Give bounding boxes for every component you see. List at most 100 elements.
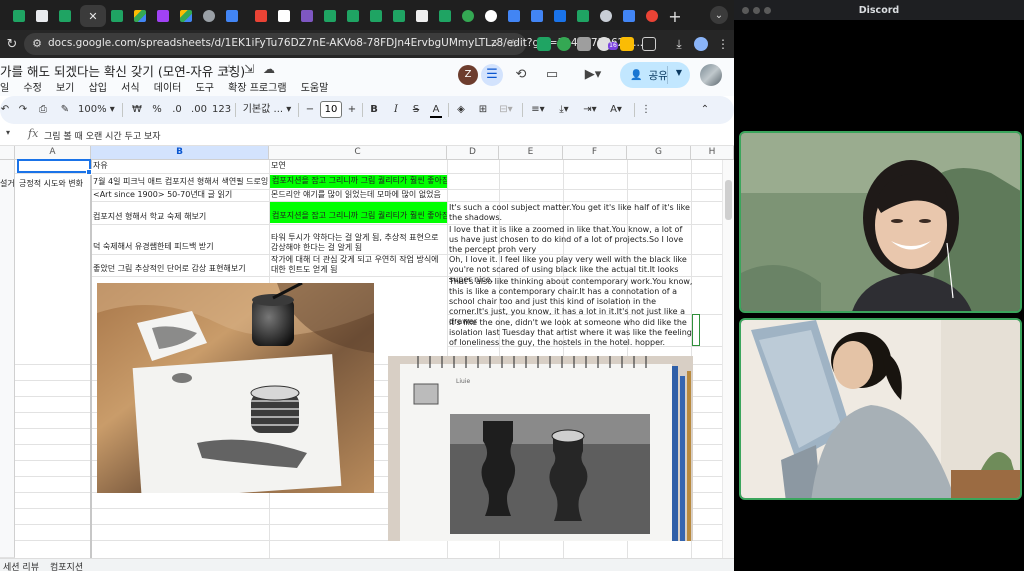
menu-data[interactable]: 데이터 bbox=[154, 83, 182, 94]
cell-b-header[interactable]: 자유 bbox=[93, 161, 263, 171]
frozen-divider[interactable] bbox=[90, 160, 92, 558]
formula-input[interactable]: 그림 볼 때 오랜 시간 두고 보자 bbox=[44, 129, 161, 142]
strikethrough-button[interactable]: S bbox=[410, 102, 422, 118]
browser-tab[interactable] bbox=[388, 5, 410, 27]
participant-video-tile[interactable] bbox=[739, 131, 1022, 313]
star-icon[interactable]: ☆ bbox=[222, 62, 236, 76]
browser-tab[interactable] bbox=[221, 5, 243, 27]
column-header-b[interactable]: B bbox=[91, 146, 269, 160]
browser-tab[interactable] bbox=[641, 5, 663, 27]
font-size-decrease-button[interactable]: − bbox=[304, 102, 316, 118]
browser-tab[interactable] bbox=[549, 5, 571, 27]
zoom-select[interactable]: 100% ▾ bbox=[78, 102, 115, 118]
font-family-select[interactable]: 기본값 ... ▾ bbox=[240, 102, 294, 118]
active-cell-cursor[interactable] bbox=[17, 159, 91, 173]
wrap-icon[interactable]: ⇥▾ bbox=[580, 102, 600, 118]
browser-tab[interactable] bbox=[503, 5, 525, 27]
cell-d[interactable]: It's such a cool subject matter.You get … bbox=[449, 203, 694, 223]
column-header-e[interactable]: E bbox=[499, 146, 563, 160]
row-header-column[interactable] bbox=[0, 160, 15, 558]
align-icon[interactable]: ≡▾ bbox=[528, 102, 548, 118]
browser-tab[interactable] bbox=[411, 5, 433, 27]
new-tab-button[interactable]: + bbox=[664, 5, 686, 27]
browser-tab[interactable] bbox=[152, 5, 174, 27]
undo-icon[interactable]: ↶ bbox=[0, 102, 10, 118]
browser-tab[interactable] bbox=[434, 5, 456, 27]
account-avatar[interactable] bbox=[700, 64, 722, 86]
currency-format-button[interactable]: ₩ bbox=[130, 102, 144, 118]
cloud-icon[interactable]: ☁ bbox=[262, 62, 276, 76]
more-icon[interactable]: ⋮ bbox=[640, 102, 652, 118]
italic-button[interactable]: I bbox=[390, 102, 402, 118]
browser-tab[interactable] bbox=[480, 5, 502, 27]
browser-tab[interactable] bbox=[8, 5, 30, 27]
decrease-decimal-button[interactable]: .0 bbox=[170, 102, 184, 118]
borders-icon[interactable]: ⊞ bbox=[477, 102, 489, 118]
browser-tab[interactable] bbox=[319, 5, 341, 27]
tab-search-button[interactable]: ⌄ bbox=[710, 6, 728, 24]
browser-tab[interactable] bbox=[572, 5, 594, 27]
cell-c-highlight[interactable]: 컴포지션을 잡고 그리니까 그림 퀄리티가 훨씬 좋아짐 bbox=[270, 202, 447, 223]
cell-b[interactable]: 7월 4일 피크닉 애트 컴포지션 형해서 색연필 드로잉하기 bbox=[93, 177, 268, 187]
cell-d[interactable]: it's like the one, didn't we look at som… bbox=[449, 318, 694, 348]
fill-color-icon[interactable]: ◈ bbox=[455, 102, 467, 118]
font-size-increase-button[interactable]: + bbox=[346, 102, 358, 118]
name-box-dropdown[interactable]: ▾ bbox=[6, 128, 10, 137]
chat-icon[interactable]: ☰ bbox=[481, 64, 503, 86]
sheet-tab[interactable]: 세션 리뷰 bbox=[3, 560, 39, 571]
cell-b[interactable]: 좋았던 그림 추상적인 단어로 감상 표현해보기 bbox=[93, 264, 268, 274]
embedded-image-still-life[interactable] bbox=[97, 283, 374, 493]
zoom-icon[interactable]: ⌕ bbox=[488, 37, 502, 51]
select-all-corner[interactable] bbox=[0, 146, 15, 160]
browser-tab[interactable] bbox=[526, 5, 548, 27]
document-title[interactable]: 가를 해도 되겠다는 확신 갖기 (모연-자유 코칭) bbox=[0, 61, 245, 80]
column-header-h[interactable]: H bbox=[691, 146, 734, 160]
merge-icon[interactable]: ⊟▾ bbox=[497, 102, 515, 118]
cell-a[interactable]: 긍정적 시도와 변화 bbox=[19, 179, 89, 189]
share-button[interactable]: 👤 공유 ▼ bbox=[620, 62, 690, 88]
cell-b[interactable]: 덕 숙제해서 유경쌤한테 피드백 받기 bbox=[93, 242, 268, 252]
selected-cell-outline[interactable] bbox=[692, 314, 700, 346]
reload-icon[interactable]: ↻ bbox=[3, 35, 21, 53]
browser-tab[interactable] bbox=[273, 5, 295, 27]
column-header-d[interactable]: D bbox=[447, 146, 499, 160]
collapse-icon[interactable]: ⌃ bbox=[698, 102, 712, 118]
redo-icon[interactable]: ↷ bbox=[16, 102, 30, 118]
menu-tools[interactable]: 도구 bbox=[196, 83, 214, 94]
extensions-icon[interactable] bbox=[642, 37, 656, 51]
browser-tab[interactable] bbox=[175, 5, 197, 27]
meet-icon[interactable]: ▶▾ bbox=[578, 64, 608, 86]
cell-b[interactable]: 컴포지션 형해서 학교 숙제 해보기 bbox=[93, 212, 268, 222]
menu-help[interactable]: 도움말 bbox=[301, 83, 329, 94]
extension-icon[interactable] bbox=[537, 37, 551, 51]
browser-tab[interactable] bbox=[54, 5, 76, 27]
browser-tab[interactable] bbox=[595, 5, 617, 27]
cell-b[interactable]: <Art since 1900> 50-70년대 글 읽기 bbox=[93, 190, 268, 200]
browser-tab[interactable] bbox=[198, 5, 220, 27]
site-settings-icon[interactable]: ⚙ bbox=[30, 37, 44, 51]
column-header-a[interactable]: A bbox=[15, 146, 91, 160]
rotate-icon[interactable]: A▾ bbox=[606, 102, 626, 118]
embedded-image-sketchbook[interactable]: Liuie bbox=[388, 356, 693, 541]
menu-view[interactable]: 보기 bbox=[56, 83, 74, 94]
cell-offscreen-text[interactable]: 설거 bbox=[0, 179, 15, 189]
chevron-down-icon[interactable]: ▼ bbox=[676, 68, 682, 77]
font-size-input[interactable]: 10 bbox=[320, 101, 342, 118]
percent-format-button[interactable]: % bbox=[150, 102, 164, 118]
column-header-c[interactable]: C bbox=[269, 146, 447, 160]
cell-c[interactable]: 몬드리안 얘기를 많이 읽었는데 모마에 많이 없었음 bbox=[271, 190, 446, 200]
extension-icon[interactable] bbox=[577, 37, 591, 51]
browser-tab[interactable] bbox=[106, 5, 128, 27]
scrollbar-thumb[interactable] bbox=[725, 180, 732, 220]
cell-c[interactable]: 작가에 대해 더 관심 갖게 되고 우연히 작업 방식에 대한 힌트도 얻게 됨 bbox=[271, 255, 446, 275]
browser-tab[interactable] bbox=[250, 5, 272, 27]
active-browser-tab[interactable]: ✕ bbox=[80, 5, 106, 27]
cell-d[interactable]: I love that it is like a zoomed in like … bbox=[449, 225, 694, 255]
extension-icon[interactable] bbox=[620, 37, 634, 51]
bold-button[interactable]: B bbox=[368, 102, 380, 118]
number-format-button[interactable]: 123 bbox=[212, 102, 231, 118]
browser-tab[interactable] bbox=[618, 5, 640, 27]
move-icon[interactable]: ⇲ bbox=[242, 62, 256, 76]
fill-handle[interactable] bbox=[86, 169, 92, 175]
column-header-g[interactable]: G bbox=[627, 146, 691, 160]
